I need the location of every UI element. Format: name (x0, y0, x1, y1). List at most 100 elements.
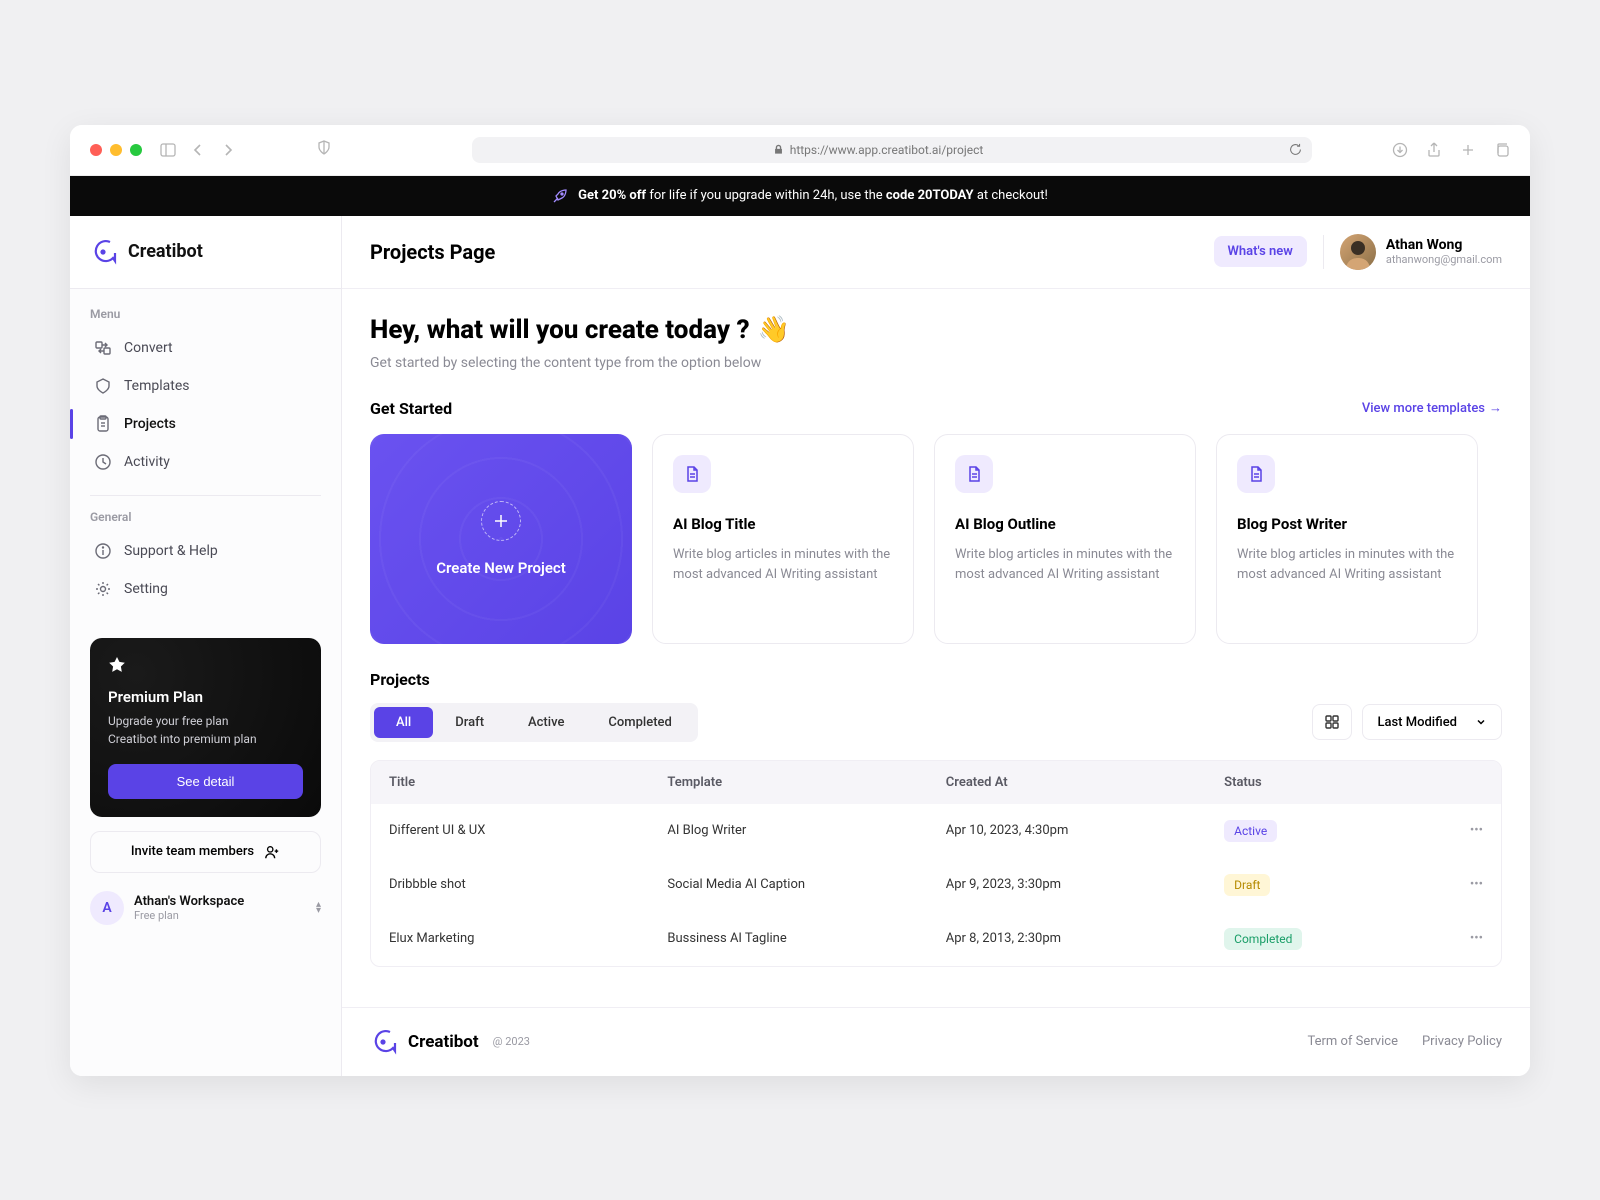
promo-code: code 20TODAY (886, 188, 974, 203)
view-more-templates-link[interactable]: View more templates → (1362, 400, 1502, 416)
hero-subtitle: Get started by selecting the content typ… (370, 355, 1502, 371)
new-tab-icon[interactable] (1460, 142, 1476, 158)
document-icon (955, 455, 993, 493)
promo-text2: at checkout! (977, 188, 1048, 203)
cell-created: Apr 10, 2023, 4:30pm (946, 823, 1224, 838)
app-window: https://www.app.creatibot.ai/project Get… (70, 125, 1530, 1076)
tab-draft[interactable]: Draft (433, 707, 506, 738)
sort-icon: ▴▾ (316, 902, 321, 914)
premium-cta-button[interactable]: See detail (108, 764, 303, 799)
main: Projects Page What's new Athan Wong atha… (342, 216, 1530, 1076)
cell-template: AI Blog Writer (667, 823, 945, 838)
promo-banner: Get 20% off for life if you upgrade with… (70, 176, 1530, 216)
download-icon[interactable] (1392, 142, 1408, 158)
general-heading: General (90, 510, 321, 524)
share-icon[interactable] (1426, 142, 1442, 158)
arrow-right-icon: → (1489, 400, 1502, 416)
cell-title: Different UI & UX (389, 823, 667, 838)
table-row[interactable]: Different UI & UX AI Blog Writer Apr 10,… (371, 804, 1501, 858)
close-window-icon[interactable] (90, 144, 102, 156)
sidebar-item-activity[interactable]: Activity (90, 443, 321, 481)
chevron-down-icon (1475, 716, 1487, 728)
sidebar-label: Projects (124, 416, 176, 432)
document-icon (673, 455, 711, 493)
topbar: Projects Page What's new Athan Wong atha… (342, 216, 1530, 289)
grid-view-button[interactable] (1312, 704, 1352, 740)
sidebar-label: Support & Help (124, 543, 218, 559)
row-actions-button[interactable]: ••• (1423, 931, 1483, 946)
traffic-lights (90, 144, 142, 156)
user-plus-icon (264, 844, 280, 860)
sidebar-item-support[interactable]: Support & Help (90, 532, 321, 570)
cell-title: Elux Marketing (389, 931, 667, 946)
tab-completed[interactable]: Completed (586, 707, 693, 738)
tabs-icon[interactable] (1494, 142, 1510, 158)
template-card-blog-post[interactable]: Blog Post Writer Write blog articles in … (1216, 434, 1478, 644)
privacy-link[interactable]: Privacy Policy (1422, 1034, 1502, 1049)
url-bar[interactable]: https://www.app.creatibot.ai/project (472, 137, 1312, 163)
divider (1323, 235, 1324, 269)
cell-template: Social Media AI Caption (667, 877, 945, 892)
table-header: Title Template Created At Status (371, 761, 1501, 804)
card-desc: Write blog articles in minutes with the … (1237, 545, 1457, 585)
template-card-blog-title[interactable]: AI Blog Title Write blog articles in min… (652, 434, 914, 644)
whats-new-button[interactable]: What's new (1214, 236, 1307, 267)
invite-team-button[interactable]: Invite team members (90, 831, 321, 873)
workspace-avatar: A (90, 891, 124, 925)
sidebar: Creatibot Menu Convert Templates Project… (70, 216, 342, 1076)
user-menu[interactable]: Athan Wong athanwong@gmail.com (1340, 234, 1502, 270)
browser-bar: https://www.app.creatibot.ai/project (70, 125, 1530, 176)
template-card-blog-outline[interactable]: AI Blog Outline Write blog articles in m… (934, 434, 1196, 644)
shield-icon[interactable] (316, 140, 332, 156)
row-actions-button[interactable]: ••• (1423, 877, 1483, 892)
row-actions-button[interactable]: ••• (1423, 823, 1483, 838)
logo[interactable]: Creatibot (70, 216, 341, 289)
sidebar-item-projects[interactable]: Projects (90, 405, 321, 443)
col-template: Template (667, 775, 945, 790)
cell-template: Bussiness AI Tagline (667, 931, 945, 946)
sidebar-item-templates[interactable]: Templates (90, 367, 321, 405)
footer-year: @ 2023 (493, 1035, 530, 1048)
convert-icon (94, 339, 112, 357)
col-status: Status (1224, 775, 1423, 790)
wave-emoji: 👋 (758, 315, 790, 345)
document-icon (1237, 455, 1275, 493)
status-badge: Active (1224, 820, 1277, 842)
projects-icon (94, 415, 112, 433)
maximize-window-icon[interactable] (130, 144, 142, 156)
table-row[interactable]: Dribbble shot Social Media AI Caption Ap… (371, 858, 1501, 912)
tab-all[interactable]: All (374, 707, 433, 738)
workspace-plan: Free plan (134, 909, 306, 922)
create-project-card[interactable]: Create New Project (370, 434, 632, 644)
sidebar-item-setting[interactable]: Setting (90, 570, 321, 608)
page-title: Projects Page (370, 240, 495, 264)
premium-card: Premium Plan Upgrade your free plan Crea… (90, 638, 321, 817)
menu-heading: Menu (90, 307, 321, 321)
card-title: AI Blog Outline (955, 515, 1175, 533)
minimize-window-icon[interactable] (110, 144, 122, 156)
workspace-switcher[interactable]: A Athan's Workspace Free plan ▴▾ (90, 891, 321, 925)
create-label: Create New Project (436, 559, 566, 577)
sort-label: Last Modified (1377, 715, 1457, 730)
workspace-name: Athan's Workspace (134, 894, 306, 909)
tab-active[interactable]: Active (506, 707, 586, 738)
promo-bold1: Get 20% off (578, 188, 646, 203)
logo-icon (370, 1028, 398, 1056)
user-name: Athan Wong (1386, 237, 1502, 253)
sidebar-toggle-icon[interactable] (160, 142, 176, 158)
projects-heading: Projects (370, 670, 1502, 689)
plus-icon (481, 501, 521, 541)
gear-icon (94, 580, 112, 598)
forward-icon[interactable] (220, 142, 236, 158)
back-icon[interactable] (190, 142, 206, 158)
table-row[interactable]: Elux Marketing Bussiness AI Tagline Apr … (371, 912, 1501, 966)
refresh-icon[interactable] (1289, 143, 1302, 156)
grid-icon (1324, 714, 1340, 730)
logo-icon (90, 238, 118, 266)
info-icon (94, 542, 112, 560)
card-title: Blog Post Writer (1237, 515, 1457, 533)
sidebar-item-convert[interactable]: Convert (90, 329, 321, 367)
tos-link[interactable]: Term of Service (1307, 1034, 1398, 1049)
sort-dropdown[interactable]: Last Modified (1362, 704, 1502, 740)
get-started-heading: Get Started (370, 399, 452, 418)
